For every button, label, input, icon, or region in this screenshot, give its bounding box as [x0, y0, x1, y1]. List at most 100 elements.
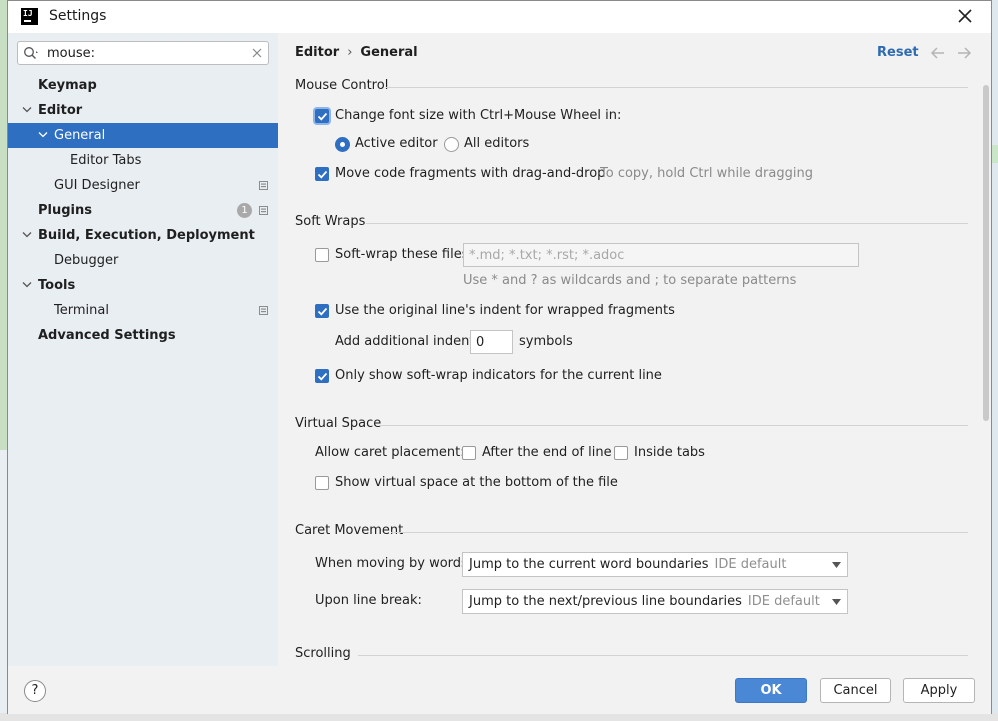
move-by-words-value: Jump to the current word boundaries	[469, 557, 709, 572]
chevron-down-icon[interactable]	[38, 131, 48, 139]
search-input[interactable]	[47, 44, 237, 62]
sidebar-item-debugger[interactable]: Debugger	[8, 248, 278, 273]
all-editors-radio[interactable]	[444, 137, 459, 152]
checkmark-icon	[317, 307, 328, 316]
original-indent-label[interactable]: Use the original line's indent for wrapp…	[335, 303, 675, 318]
section-divider	[386, 87, 968, 88]
clear-icon[interactable]	[252, 48, 262, 58]
breadcrumb-separator: ›	[347, 45, 353, 60]
section-title-virtual-space: Virtual Space	[295, 416, 382, 431]
section-title-caret-movement: Caret Movement	[295, 523, 404, 538]
sidebar-item-label: Advanced Settings	[38, 328, 176, 343]
section-divider	[379, 425, 968, 426]
background-right-marker	[992, 145, 998, 163]
soft-wrap-indicators-label[interactable]: Only show soft-wrap indicators for the c…	[335, 368, 662, 383]
background-bottom	[0, 713, 998, 721]
soft-wrap-files-checkbox[interactable]	[315, 248, 329, 262]
sidebar-item-general[interactable]: General	[8, 123, 278, 148]
section-title-soft-wraps: Soft Wraps	[295, 214, 366, 229]
project-level-icon	[259, 181, 268, 190]
additional-indent-input[interactable]	[470, 330, 513, 354]
show-virtual-space-label[interactable]: Show virtual space at the bottom of the …	[335, 475, 618, 490]
inside-tabs-checkbox[interactable]	[614, 446, 628, 460]
content-scrollbar-thumb[interactable]	[983, 85, 989, 421]
dropdown-arrow-icon	[832, 599, 841, 605]
project-level-icon	[259, 206, 268, 215]
cancel-button[interactable]: Cancel	[820, 678, 891, 703]
active-editor-radio[interactable]	[335, 137, 350, 152]
sidebar-item-build-execution-deployment[interactable]: Build, Execution, Deployment	[8, 223, 278, 248]
all-editors-label[interactable]: All editors	[464, 136, 529, 151]
sidebar-item-terminal[interactable]: Terminal	[8, 298, 278, 323]
checkmark-icon	[317, 112, 328, 121]
settings-search[interactable]	[17, 41, 269, 65]
sidebar-item-label: Plugins	[38, 203, 92, 218]
settings-content: Editor › General Reset Mouse Control Chang…	[278, 33, 991, 666]
drag-and-drop-label[interactable]: Move code fragments with drag-and-drop	[335, 166, 605, 181]
soft-wrap-files-label[interactable]: Soft-wrap these files:	[335, 247, 473, 262]
drag-and-drop-checkbox[interactable]	[315, 167, 329, 181]
arrow-right-icon[interactable]	[956, 46, 972, 60]
dialog-footer: ? OK Cancel Apply	[8, 666, 991, 714]
sidebar-item-label: Keymap	[38, 78, 97, 93]
settings-sidebar: Keymap Editor General Editor Tabs GUI De…	[8, 33, 278, 666]
drag-and-drop-hint: To copy, hold Ctrl while dragging	[600, 166, 813, 181]
section-divider	[358, 655, 968, 656]
checkmark-icon	[317, 372, 328, 381]
arrow-left-icon[interactable]	[930, 46, 946, 60]
soft-wrap-patterns-hint: Use * and ? as wildcards and ; to separa…	[463, 273, 797, 288]
sidebar-item-tools[interactable]: Tools	[8, 273, 278, 298]
dropdown-arrow-icon	[832, 562, 841, 568]
move-by-words-select[interactable]: Jump to the current word boundaries IDE d…	[462, 552, 848, 577]
breadcrumb-parent[interactable]: Editor	[295, 45, 339, 60]
inside-tabs-label[interactable]: Inside tabs	[634, 445, 705, 460]
section-title-scrolling: Scrolling	[295, 646, 351, 661]
help-button[interactable]: ?	[24, 680, 46, 702]
intellij-logo-icon: IJ	[21, 8, 38, 25]
sidebar-item-plugins[interactable]: Plugins 1	[8, 198, 278, 223]
additional-indent-label: Add additional indent:	[335, 334, 479, 349]
apply-button[interactable]: Apply	[903, 678, 975, 703]
move-by-words-label: When moving by words:	[315, 556, 473, 571]
background-right	[992, 0, 998, 721]
move-by-words-default: IDE default	[714, 557, 787, 572]
symbols-label: symbols	[519, 334, 573, 349]
chevron-down-icon[interactable]	[22, 106, 32, 114]
original-indent-checkbox[interactable]	[315, 304, 329, 318]
sidebar-item-label: Editor Tabs	[70, 153, 142, 168]
breadcrumb: Editor › General	[295, 45, 418, 60]
font-size-ctrl-wheel-label[interactable]: Change font size with Ctrl+Mouse Wheel i…	[335, 108, 621, 123]
soft-wrap-patterns-input[interactable]	[463, 243, 859, 267]
sidebar-item-label: Editor	[38, 103, 83, 118]
section-divider	[391, 532, 968, 533]
checkmark-icon	[317, 170, 328, 179]
section-divider	[366, 223, 968, 224]
line-break-select[interactable]: Jump to the next/previous line boundarie…	[462, 589, 848, 614]
sidebar-item-editor-tabs[interactable]: Editor Tabs	[8, 148, 278, 173]
settings-tree: Keymap Editor General Editor Tabs GUI De…	[8, 73, 278, 348]
close-icon[interactable]	[955, 6, 975, 26]
ok-button[interactable]: OK	[735, 678, 807, 703]
sidebar-item-editor[interactable]: Editor	[8, 98, 278, 123]
soft-wrap-indicators-checkbox[interactable]	[315, 369, 329, 383]
settings-dialog: IJ Settings Keymap Editor	[7, 0, 992, 714]
chevron-down-icon[interactable]	[22, 231, 32, 239]
sidebar-item-keymap[interactable]: Keymap	[8, 73, 278, 98]
font-size-ctrl-wheel-checkbox[interactable]	[315, 109, 329, 123]
chevron-down-icon[interactable]	[22, 281, 32, 289]
sidebar-item-label: Terminal	[54, 303, 109, 318]
sidebar-item-label: GUI Designer	[54, 178, 140, 193]
active-editor-label[interactable]: Active editor	[355, 136, 438, 151]
show-virtual-space-checkbox[interactable]	[315, 476, 329, 490]
reset-link[interactable]: Reset	[877, 45, 919, 60]
after-end-of-line-label[interactable]: After the end of line	[482, 445, 612, 460]
project-level-icon	[259, 306, 268, 315]
sidebar-item-label: Build, Execution, Deployment	[38, 228, 255, 243]
sidebar-item-label: General	[54, 128, 106, 143]
line-break-default: IDE default	[747, 594, 820, 609]
sidebar-item-label: Debugger	[54, 253, 119, 268]
after-end-of-line-checkbox[interactable]	[462, 446, 476, 460]
sidebar-item-advanced-settings[interactable]: Advanced Settings	[8, 323, 278, 348]
sidebar-item-gui-designer[interactable]: GUI Designer	[8, 173, 278, 198]
line-break-label: Upon line break:	[315, 593, 422, 608]
